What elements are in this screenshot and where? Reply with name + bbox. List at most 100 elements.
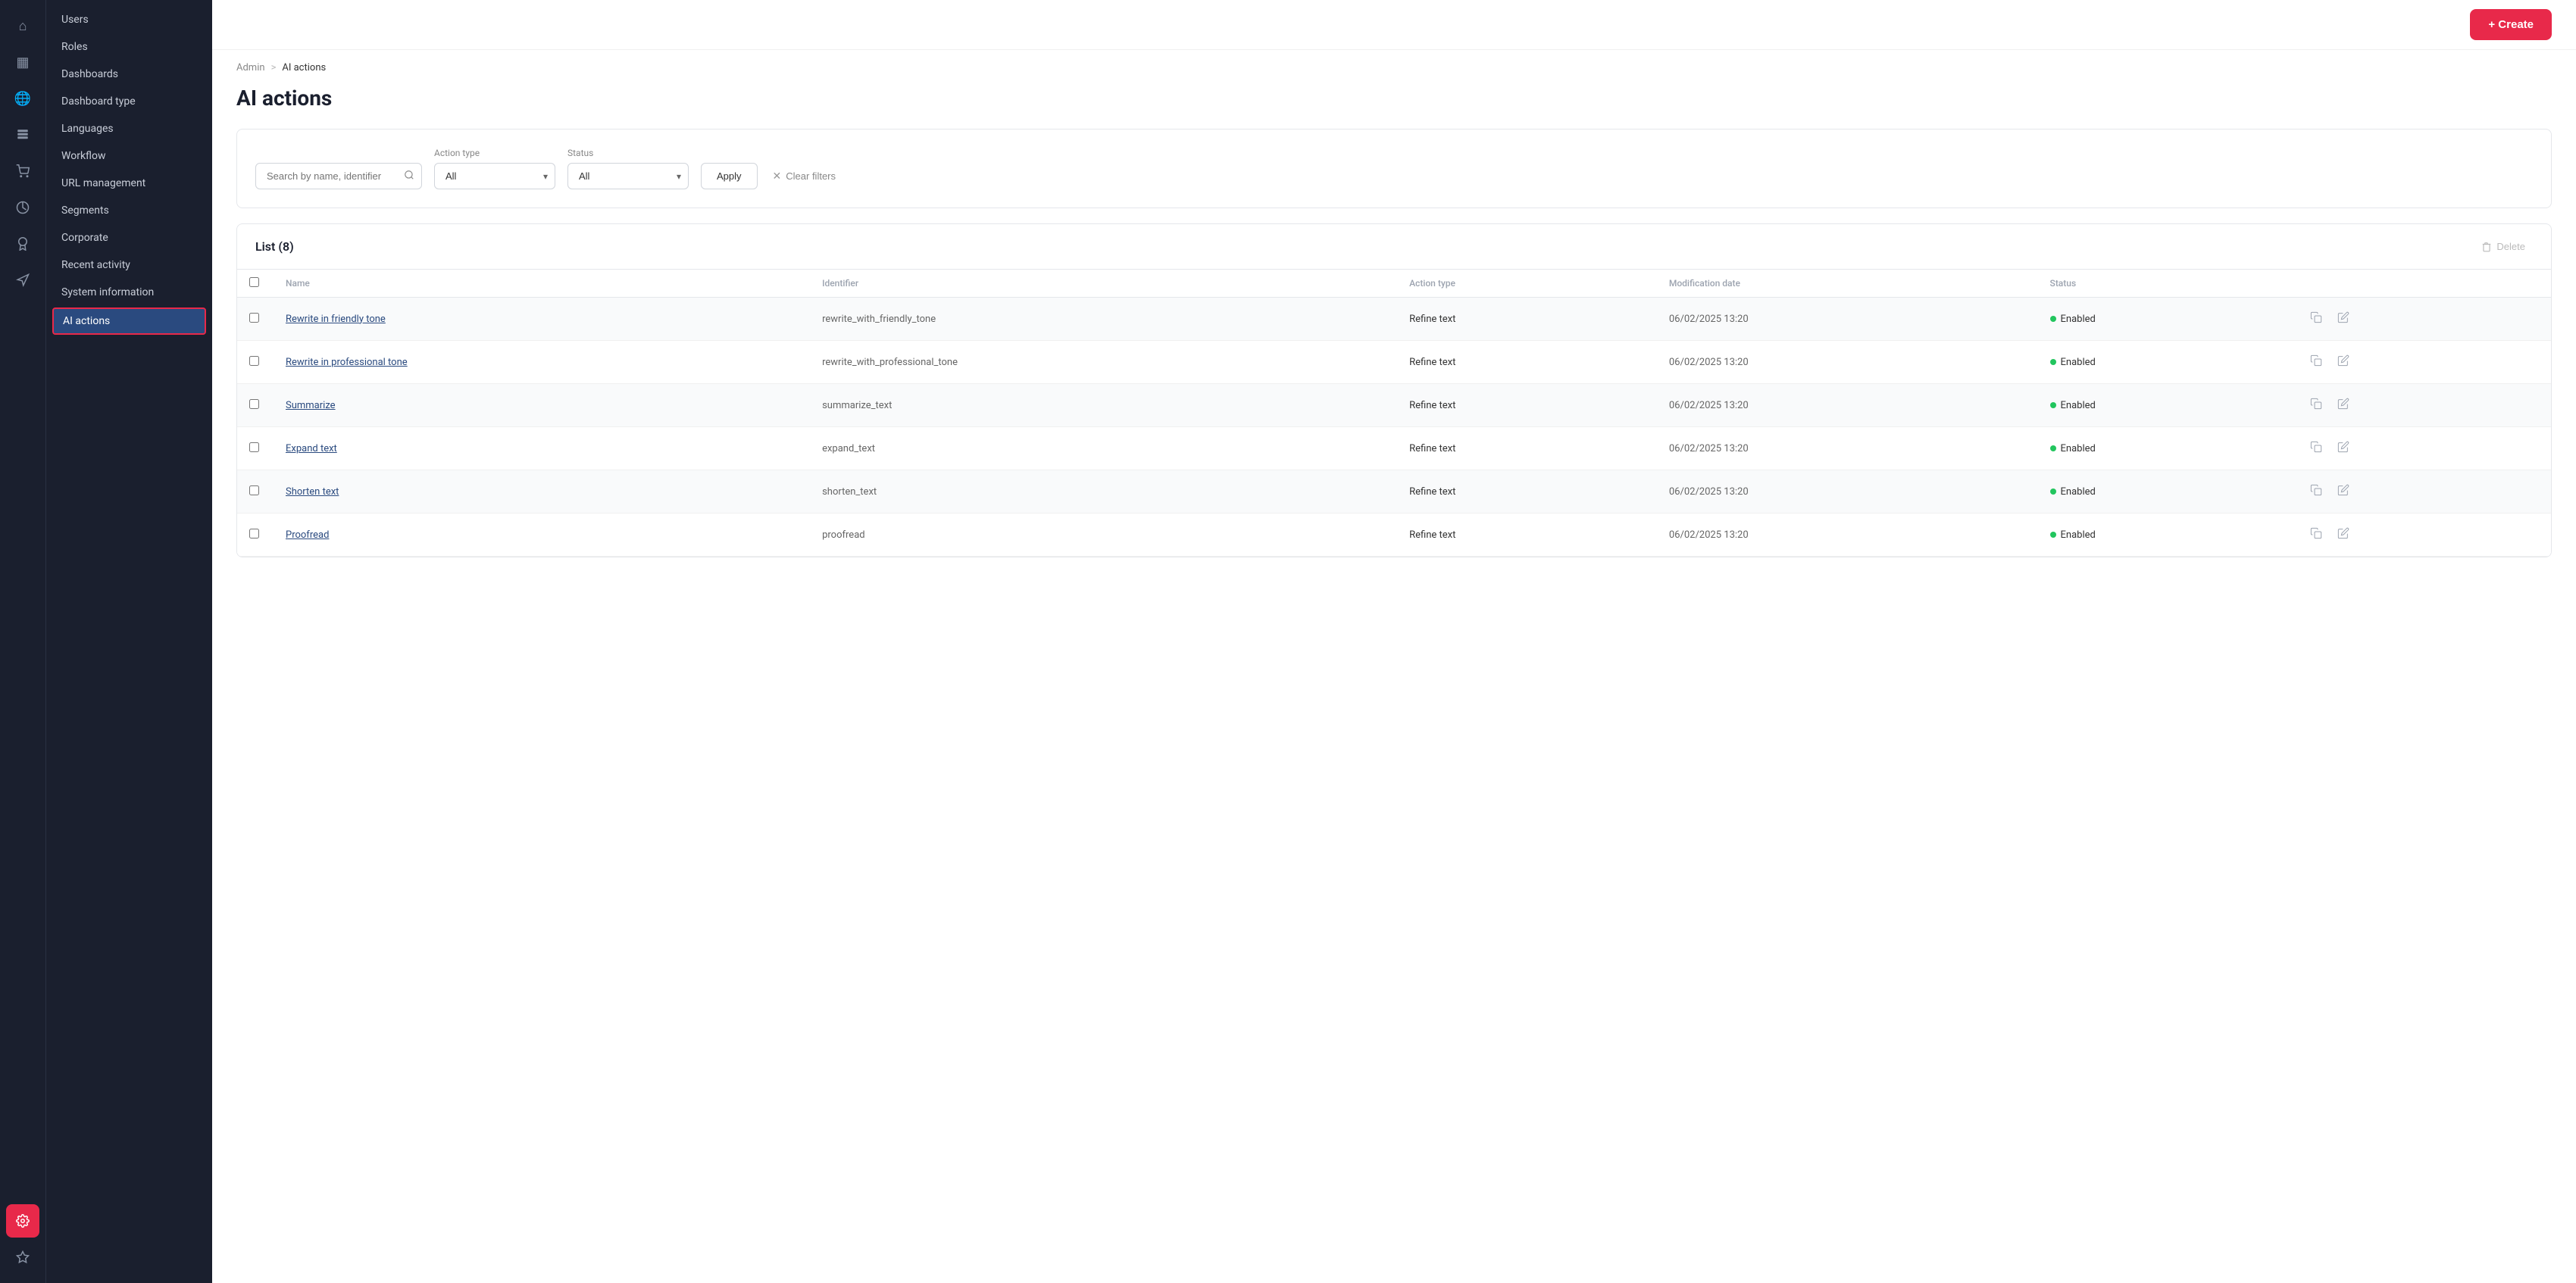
apply-button[interactable]: Apply (701, 163, 758, 189)
cell-actions-1 (2295, 341, 2551, 384)
row-checkbox-0[interactable] (249, 313, 259, 323)
copy-icon-0[interactable] (2307, 308, 2325, 329)
delete-button[interactable]: Delete (2474, 236, 2533, 257)
row-checkbox-3[interactable] (249, 442, 259, 452)
action-name-link-4[interactable]: Shorten text (286, 486, 339, 498)
cell-modification-date-4: 06/02/2025 13:20 (1657, 470, 2038, 514)
sidebar-item-url-management[interactable]: URL management (46, 170, 212, 197)
action-type-select[interactable]: All Refine text (434, 163, 555, 189)
row-checkbox-5[interactable] (249, 529, 259, 538)
cell-name-2: Summarize (274, 384, 810, 427)
sidebar-item-segments[interactable]: Segments (46, 197, 212, 224)
cell-actions-3 (2295, 427, 2551, 470)
row-checkbox-1[interactable] (249, 356, 259, 366)
cell-identifier-3: expand_text (810, 427, 1397, 470)
action-name-link-5[interactable]: Proofread (286, 529, 329, 541)
cell-name-4: Shorten text (274, 470, 810, 514)
table-row: Expand text expand_text Refine text 06/0… (237, 427, 2551, 470)
nav-sidebar: Users Roles Dashboards Dashboard type La… (45, 0, 212, 1283)
cell-status-5: Enabled (2038, 514, 2295, 557)
table-card: List (8) Delete Name Identifier Action t… (236, 223, 2552, 557)
status-filter-group: Status All Enabled Disabled ▾ (567, 148, 689, 189)
sidebar-icon-analytics[interactable] (6, 191, 39, 224)
table-row: Rewrite in professional tone rewrite_wit… (237, 341, 2551, 384)
edit-icon-2[interactable] (2334, 395, 2352, 416)
cell-action-type-1: Refine text (1397, 341, 1657, 384)
page-title: AI actions (236, 86, 2552, 111)
status-dot-5 (2050, 532, 2056, 538)
edit-icon-4[interactable] (2334, 481, 2352, 502)
trash-icon (2481, 242, 2492, 252)
search-input[interactable] (255, 163, 422, 189)
breadcrumb: Admin > AI actions (212, 50, 2576, 80)
cell-modification-date-5: 06/02/2025 13:20 (1657, 514, 2038, 557)
cell-identifier-2: summarize_text (810, 384, 1397, 427)
cell-modification-date-3: 06/02/2025 13:20 (1657, 427, 2038, 470)
table-row: Rewrite in friendly tone rewrite_with_fr… (237, 298, 2551, 341)
sidebar-item-dashboard-type[interactable]: Dashboard type (46, 88, 212, 115)
sidebar-item-recent-activity[interactable]: Recent activity (46, 251, 212, 279)
status-select[interactable]: All Enabled Disabled (567, 163, 689, 189)
sidebar-item-roles[interactable]: Roles (46, 33, 212, 61)
cell-status-1: Enabled (2038, 341, 2295, 384)
action-name-link-3[interactable]: Expand text (286, 443, 337, 454)
col-name: Name (274, 270, 810, 298)
action-name-link-2[interactable]: Summarize (286, 400, 336, 411)
sidebar-icon-contacts[interactable] (6, 118, 39, 151)
cell-modification-date-0: 06/02/2025 13:20 (1657, 298, 2038, 341)
breadcrumb-parent[interactable]: Admin (236, 62, 265, 73)
status-label: Status (567, 148, 689, 158)
select-all-checkbox[interactable] (249, 277, 259, 287)
status-dot-2 (2050, 402, 2056, 408)
icon-sidebar: ⌂ ▦ 🌐 (0, 0, 45, 1283)
status-text-5: Enabled (2061, 529, 2096, 541)
edit-icon-5[interactable] (2334, 524, 2352, 545)
action-name-link-0[interactable]: Rewrite in friendly tone (286, 314, 386, 325)
sidebar-item-corporate[interactable]: Corporate (46, 224, 212, 251)
edit-icon-1[interactable] (2334, 351, 2352, 373)
main-content: + Create Admin > AI actions AI actions (212, 0, 2576, 1283)
copy-icon-5[interactable] (2307, 524, 2325, 545)
action-name-link-1[interactable]: Rewrite in professional tone (286, 357, 408, 368)
create-button[interactable]: + Create (2470, 9, 2552, 40)
sidebar-item-languages[interactable]: Languages (46, 115, 212, 142)
sidebar-item-system-information[interactable]: System information (46, 279, 212, 306)
cell-status-0: Enabled (2038, 298, 2295, 341)
cell-actions-0 (2295, 298, 2551, 341)
sidebar-icon-star[interactable] (6, 1241, 39, 1274)
copy-icon-1[interactable] (2307, 351, 2325, 373)
edit-icon-3[interactable] (2334, 438, 2352, 459)
cell-actions-2 (2295, 384, 2551, 427)
cell-status-3: Enabled (2038, 427, 2295, 470)
content-area: Action type All Refine text ▾ Status All… (212, 129, 2576, 1283)
breadcrumb-current: AI actions (282, 62, 326, 73)
sidebar-item-dashboards[interactable]: Dashboards (46, 61, 212, 88)
sidebar-icon-globe[interactable]: 🌐 (6, 82, 39, 115)
copy-icon-4[interactable] (2307, 481, 2325, 502)
sidebar-icon-grid[interactable]: ▦ (6, 45, 39, 79)
copy-icon-2[interactable] (2307, 395, 2325, 416)
sidebar-icon-badge[interactable] (6, 227, 39, 261)
top-bar: + Create (212, 0, 2576, 50)
action-type-label: Action type (434, 148, 555, 158)
sidebar-icon-home[interactable]: ⌂ (6, 9, 39, 42)
sidebar-item-users[interactable]: Users (46, 6, 212, 33)
sidebar-icon-megaphone[interactable] (6, 264, 39, 297)
sidebar-item-ai-actions[interactable]: AI actions (52, 307, 206, 335)
table-title: List (8) (255, 239, 294, 254)
cell-name-5: Proofread (274, 514, 810, 557)
search-filter-group (255, 163, 422, 189)
sidebar-icon-cart[interactable] (6, 155, 39, 188)
sidebar-icon-settings[interactable] (6, 1204, 39, 1238)
action-type-filter-group: Action type All Refine text ▾ (434, 148, 555, 189)
clear-filters-button[interactable]: ✕ Clear filters (770, 163, 839, 189)
sidebar-item-workflow[interactable]: Workflow (46, 142, 212, 170)
copy-icon-3[interactable] (2307, 438, 2325, 459)
cell-action-type-3: Refine text (1397, 427, 1657, 470)
row-checkbox-4[interactable] (249, 485, 259, 495)
table-row: Proofread proofread Refine text 06/02/20… (237, 514, 2551, 557)
cell-identifier-5: proofread (810, 514, 1397, 557)
cell-action-type-5: Refine text (1397, 514, 1657, 557)
edit-icon-0[interactable] (2334, 308, 2352, 329)
row-checkbox-2[interactable] (249, 399, 259, 409)
